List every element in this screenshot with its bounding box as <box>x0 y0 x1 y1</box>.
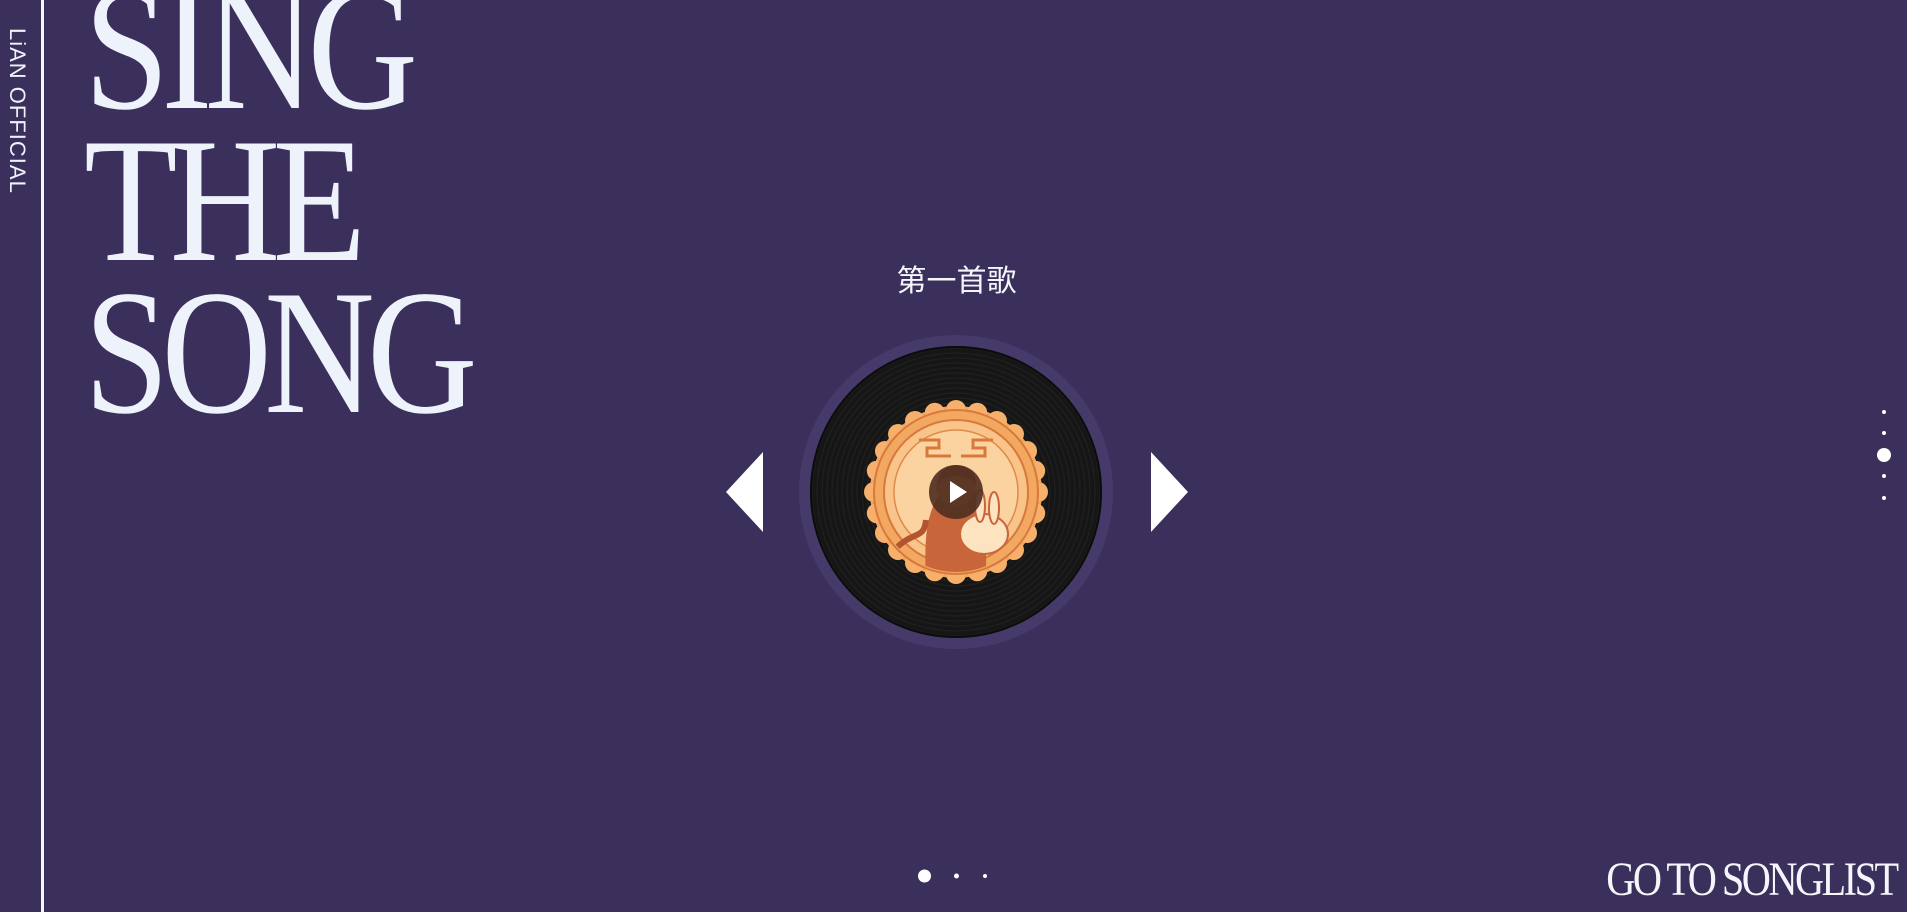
slide-nav-dot[interactable] <box>983 874 987 878</box>
left-divider <box>41 0 44 912</box>
brand-name[interactable]: LiAN OFFICIAL <box>4 28 30 194</box>
go-to-songlist-link[interactable]: GO TO SONGLIST <box>1607 852 1900 907</box>
song-title: 第一首歌 <box>896 264 1017 299</box>
slide-nav <box>912 866 1002 886</box>
section-nav-dot[interactable] <box>1882 431 1886 435</box>
slide-nav-dot[interactable] <box>954 873 959 879</box>
section-nav-dot[interactable] <box>1882 410 1886 414</box>
hero-title: SING THE SONG <box>84 0 478 441</box>
vinyl-record <box>810 346 1102 638</box>
next-song-button[interactable] <box>1151 452 1188 532</box>
play-icon <box>950 481 967 503</box>
previous-song-button[interactable] <box>726 452 763 532</box>
section-nav-dot[interactable] <box>1882 496 1886 500</box>
section-nav-dot-active[interactable] <box>1877 448 1891 462</box>
page: LiAN OFFICIAL SING THE SONG 第一首歌 GO TO S… <box>0 0 1907 912</box>
slide-nav-dot-active[interactable] <box>918 869 931 883</box>
section-nav-dot[interactable] <box>1882 474 1886 478</box>
record-player <box>799 335 1113 649</box>
play-button[interactable] <box>929 465 983 519</box>
